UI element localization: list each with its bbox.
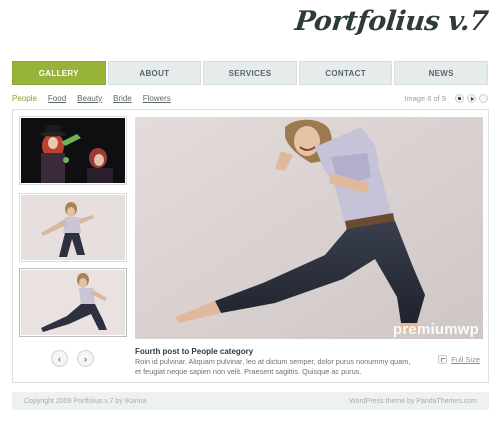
footer: Copyright 2009 Portfolius v.7 by iKarina… [12,392,489,410]
previous-arrow-button[interactable]: ‹ [51,350,68,367]
thumbnail-image [21,195,125,260]
image-counter: Image 6 of 9 [404,93,446,103]
gallery-filter-bar: People Food Beauty Bride Flowers Image 6… [12,91,488,105]
category-people[interactable]: People [12,94,37,103]
main-image-graphic [135,117,483,339]
category-flowers[interactable]: Flowers [143,94,171,103]
play-icon[interactable] [467,93,476,103]
stop-icon[interactable] [455,93,464,103]
site-logo[interactable]: Portfolius v.7 [294,6,490,37]
thumbnail-image [21,270,125,335]
nav-contact[interactable]: CONTACT [298,61,393,85]
theme-credit[interactable]: WordPress theme by PandaThemes.com [349,398,477,405]
category-beauty[interactable]: Beauty [77,94,102,103]
watermark: premiumwp [393,321,479,338]
full-size-label: Full Size [451,355,480,364]
next-arrow-button[interactable]: › [77,350,94,367]
next-icon[interactable] [479,93,488,103]
nav-news[interactable]: NEWS [394,61,488,85]
nav-services[interactable]: SERVICES [203,61,297,85]
full-size-link[interactable]: Full Size [438,355,480,364]
thumbnail-3[interactable] [19,268,127,337]
expand-icon [438,355,448,364]
category-links: People Food Beauty Bride Flowers [12,94,171,103]
nav-about[interactable]: ABOUT [107,61,202,85]
thumbnail-image [21,118,125,183]
thumbnail-2[interactable] [19,193,127,262]
gallery-panel: ‹ › premiumwp Fourth post to People cate… [12,109,489,383]
thumbnail-1[interactable] [19,116,127,185]
category-bride[interactable]: Bride [113,94,132,103]
caption-title[interactable]: Fourth post to People category [135,347,415,356]
copyright-text: Copyright 2009 Portfolius v.7 by iKarina [24,397,147,405]
image-caption: Fourth post to People category Roin id p… [135,347,415,376]
caption-text: Roin id pulvinar. Aliquam pulvinar, leo … [135,357,411,376]
main-gallery-image[interactable]: premiumwp [135,117,483,339]
category-food[interactable]: Food [48,94,66,103]
main-navigation: GALLERY ABOUT SERVICES CONTACT NEWS [12,61,488,85]
nav-gallery[interactable]: GALLERY [12,61,106,85]
